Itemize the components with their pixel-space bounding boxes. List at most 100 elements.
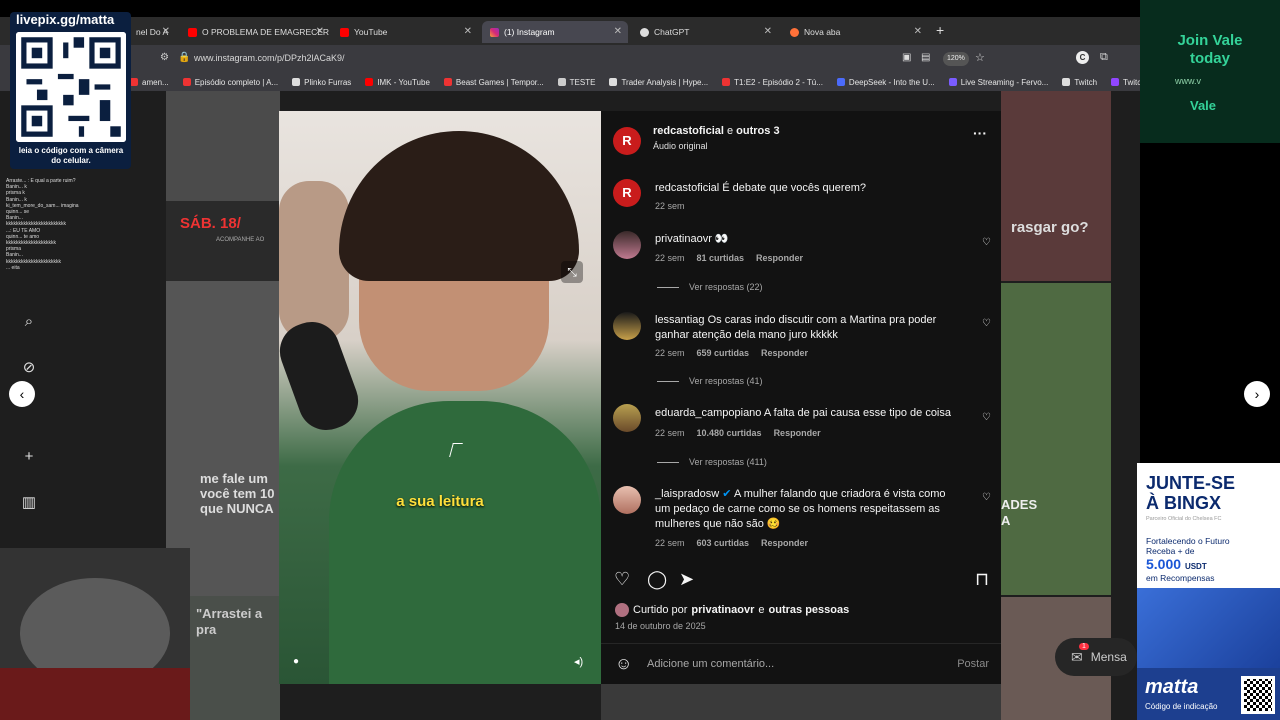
like-comment-icon[interactable]: ♡	[982, 492, 991, 503]
reel-video[interactable]: ⤡ ● ◂)	[279, 111, 601, 684]
extension-icon[interactable]: C	[1076, 51, 1089, 64]
grid-tile[interactable]	[166, 91, 280, 201]
new-tab-icon[interactable]: +	[936, 22, 944, 38]
background-person	[279, 181, 349, 341]
comment-likes[interactable]: 659 curtidas	[697, 348, 750, 358]
like-icon[interactable]: ♡	[614, 569, 630, 590]
puzzle-icon[interactable]: ⧉	[1100, 51, 1108, 64]
commenter-username[interactable]: _laispradosw	[655, 488, 719, 500]
bookmark-item[interactable]: amen...	[130, 78, 169, 87]
comment-likes[interactable]: 81 curtidas	[697, 253, 745, 263]
commenter-avatar[interactable]	[613, 404, 641, 432]
bookmark-item[interactable]: DeepSeek - Into the U...	[836, 78, 935, 87]
liked-by-others[interactable]: outras pessoas	[769, 604, 850, 616]
explore-icon[interactable]: ⊘	[20, 358, 38, 376]
bookmark-item[interactable]: Episódio completo | A...	[182, 78, 278, 87]
comment-icon[interactable]: ◯	[647, 569, 667, 590]
bingx-ad[interactable]: JUNTE-SE À BINGX Parceiro Oficial do Chel…	[1137, 463, 1280, 720]
comment-time[interactable]: 22 sem	[655, 348, 685, 358]
caption-time[interactable]: 22 sem	[655, 201, 685, 211]
comment-time[interactable]: 22 sem	[655, 538, 685, 548]
commenter-username[interactable]: privatinaovr	[655, 233, 712, 245]
like-comment-icon[interactable]: ♡	[982, 318, 991, 329]
comment-input[interactable]: Adicione um comentário...	[647, 658, 774, 670]
close-icon[interactable]: ✕	[464, 26, 472, 37]
reply-button[interactable]: Responder	[761, 538, 808, 548]
vale-ad[interactable]: Join Vale today www.v Vale	[1140, 0, 1280, 143]
bookmark-item[interactable]: Twitch	[1062, 78, 1097, 87]
dashboard-icon[interactable]: ▥	[20, 493, 38, 511]
comment-likes[interactable]: 10.480 curtidas	[697, 428, 762, 438]
bookmark-star-icon[interactable]: ☆	[975, 51, 985, 64]
pip-icon[interactable]: ⤡	[561, 261, 583, 283]
more-options-icon[interactable]: ···	[973, 125, 987, 141]
reply-button[interactable]: Responder	[761, 348, 808, 358]
comment-likes[interactable]: 603 curtidas	[697, 538, 750, 548]
co-authors-link[interactable]: outros 3	[736, 125, 779, 137]
like-comment-icon[interactable]: ♡	[982, 412, 991, 423]
caption-avatar[interactable]: R	[613, 179, 641, 207]
search-icon[interactable]: ⌕	[20, 313, 38, 331]
close-icon[interactable]: ✕	[162, 26, 170, 37]
url-field[interactable]: www.instagram.com/p/DPzh2lACaK9/	[194, 53, 345, 63]
bookmark-item[interactable]: Plinko Furras	[292, 78, 351, 87]
next-post-button[interactable]: ›	[1244, 381, 1270, 407]
screenshot-icon[interactable]: ▣	[902, 52, 911, 63]
post-date[interactable]: 14 de outubro de 2025	[615, 621, 706, 631]
emoji-icon[interactable]: ☺	[615, 654, 632, 674]
caption-username[interactable]: redcastoficial	[655, 182, 719, 194]
author-username[interactable]: redcastoficial	[653, 125, 724, 137]
zoom-badge[interactable]: 120%	[943, 52, 969, 66]
site-settings-icon[interactable]: ⚙	[160, 52, 169, 63]
bookmark-icon	[722, 78, 731, 86]
liker-username[interactable]: privatinaovr	[691, 604, 754, 616]
bookmark-item[interactable]: T1:E2 - Episódio 2 - Tú...	[722, 78, 823, 87]
save-icon[interactable]: ⊓	[975, 569, 989, 590]
view-replies-button[interactable]: Ver respostas (22)	[657, 282, 763, 292]
grid-tile[interactable]: SÁB. 18/ ACOMPANHE AO	[166, 201, 280, 281]
tagged-people-icon[interactable]: ●	[293, 656, 299, 667]
close-icon[interactable]: ✕	[316, 26, 324, 37]
lock-icon[interactable]: 🔒	[178, 52, 190, 63]
previous-post-button[interactable]: ‹	[9, 381, 35, 407]
bookmark-item[interactable]: Beast Games | Tempor...	[443, 78, 544, 87]
close-icon[interactable]: ✕	[614, 26, 622, 37]
share-icon[interactable]: ➤	[679, 569, 694, 590]
grid-tile[interactable]: rasgar go?	[1001, 91, 1111, 281]
author-avatar[interactable]: R	[613, 127, 641, 155]
view-replies-button[interactable]: Ver respostas (411)	[657, 457, 767, 467]
commenter-username[interactable]: lessantiag	[655, 314, 705, 326]
view-replies-button[interactable]: Ver respostas (41)	[657, 376, 763, 386]
audio-link[interactable]: Áudio original	[653, 141, 708, 151]
tab-new[interactable]: Nova aba ✕	[782, 21, 928, 43]
tab-youtube-2[interactable]: O PROBLEMA DE EMAGRECER ✕	[180, 21, 330, 43]
post-comment-button[interactable]: Postar	[957, 658, 989, 670]
bookmark-item[interactable]: Twitch	[1111, 78, 1140, 87]
bookmark-item[interactable]: TESTE	[557, 78, 595, 87]
like-comment-icon[interactable]: ♡	[982, 237, 991, 248]
comment-time[interactable]: 22 sem	[655, 428, 685, 438]
bookmark-item[interactable]: Trader Analysis | Hype...	[609, 78, 708, 87]
messages-button[interactable]: ✉ 1 Mensa	[1055, 638, 1137, 676]
reply-button[interactable]: Responder	[756, 253, 803, 263]
liker-avatar[interactable]	[615, 603, 629, 617]
volume-icon[interactable]: ◂)	[574, 655, 583, 668]
comment-time[interactable]: 22 sem	[655, 253, 685, 263]
create-icon[interactable]: +	[20, 448, 38, 466]
tab-youtube-3[interactable]: YouTube ✕	[332, 21, 478, 43]
commenter-avatar[interactable]	[613, 486, 641, 514]
tab-instagram[interactable]: (1) Instagram ✕	[482, 21, 628, 43]
commenter-avatar[interactable]	[613, 231, 641, 259]
commenter-avatar[interactable]	[613, 312, 641, 340]
bookmark-item[interactable]: IMK - YouTube	[365, 78, 430, 87]
tab-youtube-1[interactable]: nel Do A ✕	[128, 21, 176, 43]
tab-chatgpt[interactable]: ChatGPT ✕	[632, 21, 778, 43]
reader-icon[interactable]: ▤	[921, 52, 930, 63]
close-icon[interactable]: ✕	[764, 26, 772, 37]
reply-button[interactable]: Responder	[774, 428, 821, 438]
close-icon[interactable]: ✕	[914, 26, 922, 37]
bookmark-item[interactable]: Live Streaming - Fervo...	[948, 78, 1048, 87]
commenter-username[interactable]: eduarda_campopiano	[655, 407, 761, 419]
grid-tile[interactable]: ADES A	[1001, 283, 1111, 595]
grid-tile[interactable]	[601, 684, 1001, 720]
